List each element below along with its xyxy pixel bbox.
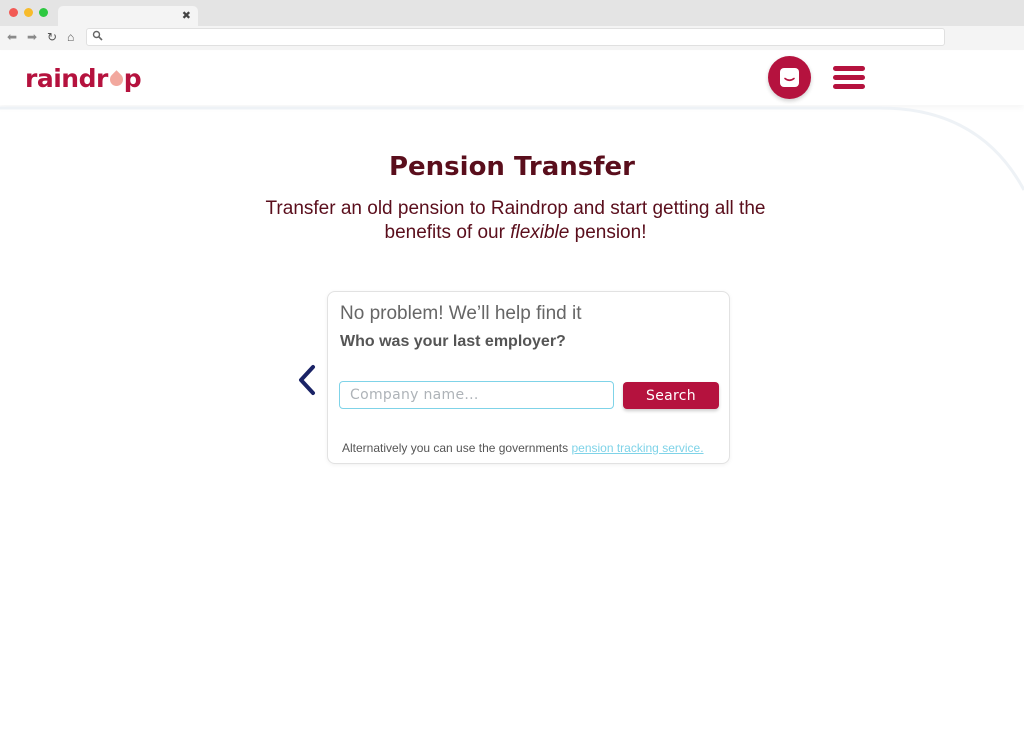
- home-icon[interactable]: ⌂: [67, 30, 74, 44]
- card-heading: No problem! We’ll help find it: [340, 303, 582, 324]
- forward-arrow-icon[interactable]: ➡: [27, 30, 37, 44]
- search-icon: [92, 30, 103, 41]
- chevron-left-icon[interactable]: [296, 364, 318, 398]
- browser-tab[interactable]: ✖: [58, 6, 198, 26]
- hamburger-menu-icon[interactable]: [833, 66, 865, 90]
- site-header: raindr p: [0, 51, 1024, 105]
- footnote-text: Alternatively you can use the government…: [342, 441, 572, 455]
- close-window-button[interactable]: [9, 8, 18, 17]
- raindrop-icon: [107, 70, 126, 89]
- chat-icon: [780, 68, 799, 87]
- chat-button[interactable]: [768, 56, 811, 99]
- company-name-input[interactable]: [339, 381, 614, 409]
- search-button[interactable]: Search: [623, 382, 719, 409]
- window-controls: [9, 8, 48, 17]
- reload-icon[interactable]: ↻: [47, 30, 57, 44]
- browser-chrome: ✖ ⬅ ➡ ↻ ⌂: [0, 0, 1024, 50]
- raindrop-logo[interactable]: raindr p: [25, 64, 142, 93]
- menu-bar: [833, 66, 865, 71]
- subtitle-text: benefits of our: [384, 222, 511, 243]
- find-pension-card: No problem! We’ll help find it Who was y…: [327, 291, 730, 464]
- page-subtitle: Transfer an old pension to Raindrop and …: [0, 197, 1024, 245]
- address-bar[interactable]: [86, 28, 945, 46]
- alternative-note: Alternatively you can use the government…: [342, 441, 704, 455]
- subtitle-text-end: pension!: [569, 222, 647, 243]
- page-title: Pension Transfer: [388, 152, 635, 182]
- back-arrow-icon[interactable]: ⬅: [7, 30, 17, 44]
- pension-tracking-link[interactable]: pension tracking service.: [571, 441, 703, 455]
- subtitle-emphasis: flexible: [510, 222, 570, 243]
- close-tab-icon[interactable]: ✖: [182, 9, 191, 23]
- logo-text-start: raindr: [25, 64, 108, 93]
- logo-text-end: p: [123, 64, 142, 93]
- menu-bar: [833, 84, 865, 89]
- subtitle-line-1: Transfer an old pension to Raindrop and …: [265, 198, 766, 219]
- browser-toolbar: ⬅ ➡ ↻ ⌂: [0, 26, 1024, 50]
- menu-bar: [833, 75, 865, 80]
- minimize-window-button[interactable]: [24, 8, 33, 17]
- maximize-window-button[interactable]: [39, 8, 48, 17]
- employer-question: Who was your last employer?: [340, 333, 566, 350]
